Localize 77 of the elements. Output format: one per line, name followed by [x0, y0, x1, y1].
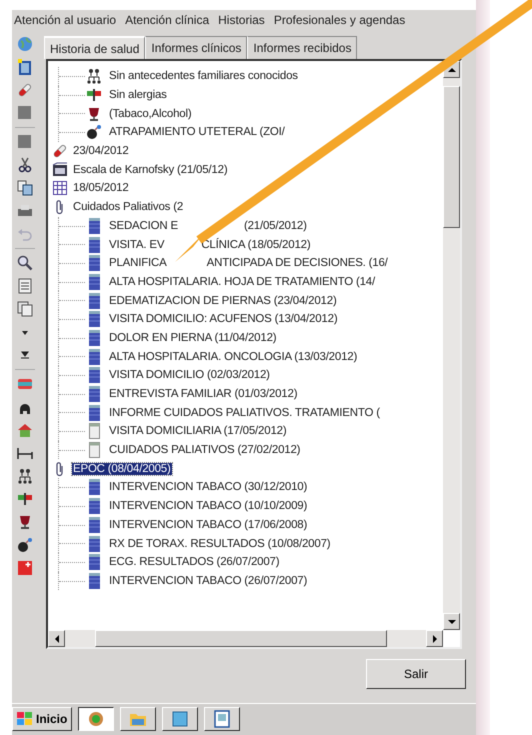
exit-button[interactable]: Salir: [366, 659, 466, 689]
menu-item[interactable]: Historias: [218, 13, 265, 29]
tree-item[interactable]: VISITA. EV: [108, 238, 166, 251]
binder-icon: [86, 367, 102, 384]
tree-item[interactable]: Cuidados Paliativos (2: [72, 201, 184, 214]
tree-item-text: (21/05/2012): [242, 220, 308, 232]
down-arrow-icon: [448, 618, 456, 626]
bomb-icon: [86, 124, 102, 140]
binder-icon: [86, 330, 102, 346]
tree-item[interactable]: INTERVENCION TABACO (30/12/2010): [108, 481, 308, 494]
binder-icon: [86, 536, 102, 552]
tree-item[interactable]: EDEMATIZACION DE PIERNAS (23/04/2012): [108, 294, 338, 307]
binder-icon: [86, 218, 102, 234]
tree-item-text: CLÍNICA (18/05/2012): [200, 238, 312, 251]
binder-icon: [86, 274, 102, 290]
left-arrow-icon: [52, 634, 60, 642]
menu-item[interactable]: Atención al usuario: [14, 13, 116, 29]
vertical-scrollbar[interactable]: [443, 61, 460, 630]
binder-icon: [86, 572, 102, 589]
tree-item[interactable]: ALTA HOSPITALARIA. ONCOLOGIA (13/03/2012): [108, 350, 358, 363]
tree-item-text: ANTICIPADA DE DECISIONES. (16/: [206, 257, 389, 270]
flag-icon: [86, 87, 102, 104]
tree-item[interactable]: INTERVENCION TABACO (10/10/2009): [108, 500, 308, 512]
start-button[interactable]: Inicio: [12, 707, 72, 731]
binder-icon: [86, 554, 102, 570]
window-icon: [171, 710, 190, 728]
binder-icon: [86, 516, 102, 533]
tree-item[interactable]: Sin antecedentes familiares conocidos: [108, 70, 299, 82]
horizontal-scrollbar[interactable]: [48, 630, 443, 647]
up-arrow-icon: [448, 66, 456, 74]
menu-item[interactable]: Profesionales y agendas: [274, 13, 406, 29]
tree-item[interactable]: VISITA DOMICILIO: ACUFENOS (13/04/2012): [108, 313, 338, 326]
tree-item[interactable]: Sin alergias: [108, 89, 168, 102]
tree-item[interactable]: ATRAPAMIENTO UTETERAL (ZOI/: [108, 126, 286, 138]
tree-item[interactable]: Escala de Karnofsky (21/05/12): [72, 164, 228, 176]
binder-icon: [86, 292, 102, 309]
tree-item[interactable]: VISITA DOMICILIARIA (17/05/2012): [108, 425, 288, 438]
image-icon: [213, 710, 232, 728]
binder-icon: [86, 311, 102, 328]
tree-item[interactable]: 23/04/2012: [72, 145, 130, 158]
binder-icon: [86, 479, 102, 496]
document-icon: [86, 423, 102, 440]
tab[interactable]: Historia de salud: [44, 36, 146, 59]
pill-icon: [52, 143, 68, 160]
gear-icon: [87, 710, 106, 728]
tree-item[interactable]: INFORME CUIDADOS PALIATIVOS. TRATAMIENTO (: [108, 406, 381, 419]
tree-item[interactable]: CUIDADOS PALIATIVOS (27/02/2012): [108, 444, 302, 456]
tree-item[interactable]: EPOC (08/04/2005): [72, 462, 172, 475]
wine-glass-icon: [86, 106, 102, 122]
tree-item[interactable]: RX DE TORAX. RESULTADOS (10/08/2007): [108, 538, 332, 550]
binder-icon: [86, 348, 102, 365]
tree-item[interactable]: 18/05/2012: [72, 182, 130, 194]
menu-item[interactable]: Atención clínica: [125, 13, 210, 29]
tree-item[interactable]: ENTREVISTA FAMILIAR (01/03/2012): [108, 388, 298, 400]
tree-item[interactable]: INTERVENCION TABACO (17/06/2008): [108, 518, 308, 531]
family-tree-icon: [86, 68, 102, 84]
taskbar-button[interactable]: [78, 707, 114, 731]
tree-item[interactable]: DOLOR EN PIERNA (11/04/2012): [108, 332, 278, 344]
windows-logo-icon: [17, 712, 33, 726]
right-arrow-icon: [430, 634, 438, 642]
binder-icon: [86, 386, 102, 402]
binder-icon: [86, 255, 102, 272]
binder-icon: [86, 404, 102, 421]
document-icon: [86, 442, 102, 458]
tab[interactable]: Informes clínicos: [145, 36, 248, 59]
calendar-icon: [52, 180, 68, 196]
tree-item[interactable]: PLANIFICA: [108, 257, 168, 270]
scale-icon: [52, 162, 68, 178]
binder-icon: [86, 498, 102, 514]
tree-item[interactable]: ECG. RESULTADOS (26/07/2007): [108, 556, 280, 568]
tree-item[interactable]: VISITA DOMICILIO (02/03/2012): [108, 369, 271, 382]
tree-item[interactable]: INTERVENCION TABACO (26/07/2007): [108, 574, 308, 587]
tab[interactable]: Informes recibidos: [247, 36, 358, 59]
tree-item[interactable]: ALTA HOSPITALARIA. HOJA DE TRATAMIENTO (14/: [108, 276, 376, 288]
tree-item[interactable]: SEDACION E: [108, 220, 179, 232]
tree-item[interactable]: (Tabaco,Alcohol): [108, 108, 192, 120]
binder-icon: [86, 236, 102, 253]
